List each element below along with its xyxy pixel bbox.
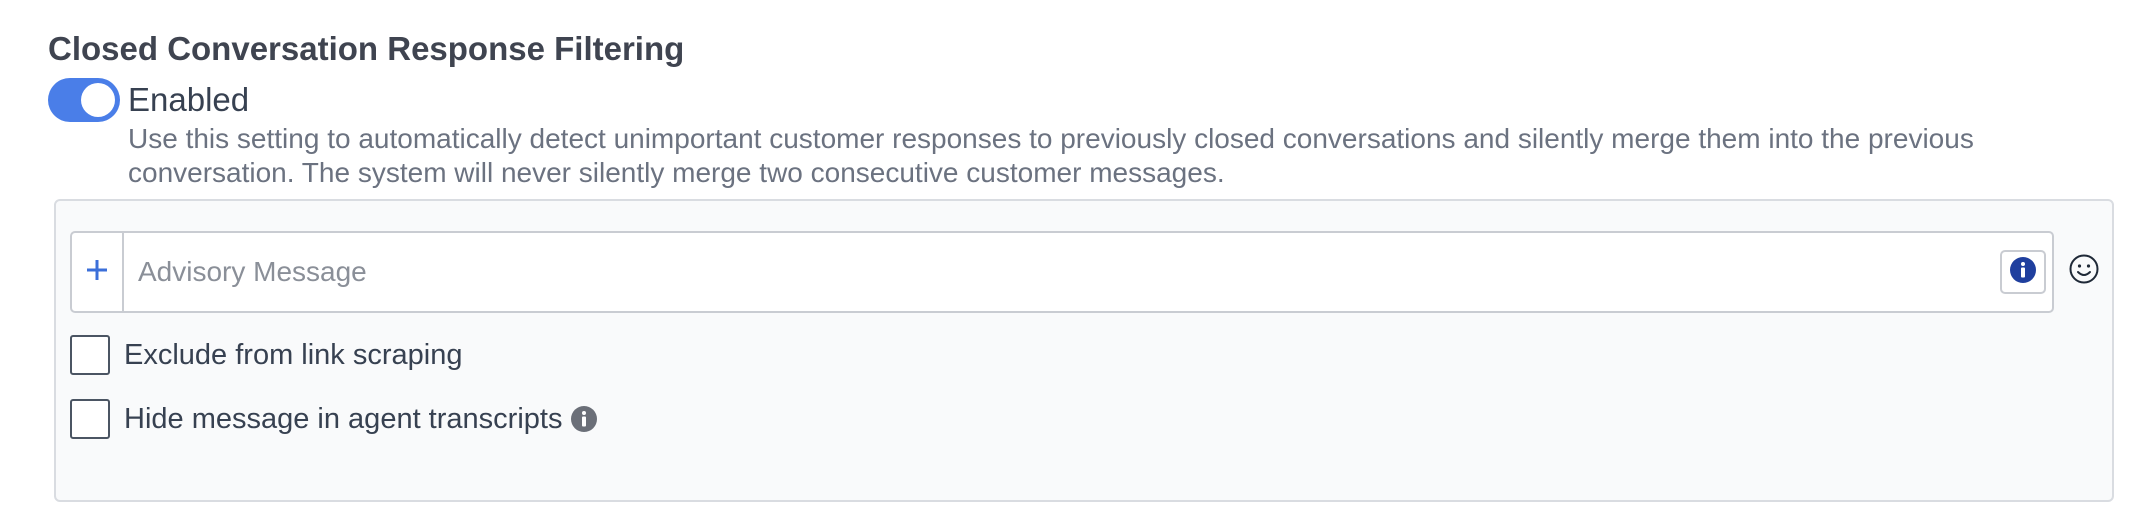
advisory-message-panel: Exclude from link scraping Hide message … bbox=[54, 199, 2114, 502]
hide-in-transcripts-option: Hide message in agent transcripts bbox=[70, 399, 598, 439]
emoji-button[interactable] bbox=[2066, 253, 2102, 289]
info-icon[interactable] bbox=[570, 405, 598, 433]
enabled-toggle[interactable] bbox=[48, 78, 120, 122]
setting-description: Use this setting to automatically detect… bbox=[128, 123, 1974, 188]
exclude-link-scraping-checkbox[interactable] bbox=[70, 335, 110, 375]
info-button[interactable] bbox=[2000, 250, 2046, 294]
exclude-link-scraping-label: Exclude from link scraping bbox=[124, 339, 463, 371]
toggle-knob bbox=[81, 83, 115, 117]
toggle-label: Enabled bbox=[128, 81, 250, 118]
advisory-message-input[interactable] bbox=[124, 233, 2000, 311]
exclude-link-scraping-option: Exclude from link scraping bbox=[70, 335, 462, 375]
smiley-icon bbox=[2068, 253, 2100, 290]
advisory-message-field bbox=[70, 231, 2054, 313]
closed-conversation-filtering-section: Closed Conversation Response Filtering E… bbox=[48, 28, 2128, 502]
plus-icon bbox=[84, 257, 110, 288]
section-title: Closed Conversation Response Filtering bbox=[48, 30, 685, 67]
enabled-toggle-row: Enabled bbox=[48, 78, 249, 122]
hide-in-transcripts-label: Hide message in agent transcripts bbox=[124, 403, 563, 435]
add-button[interactable] bbox=[72, 233, 124, 311]
hide-in-transcripts-checkbox[interactable] bbox=[70, 399, 110, 439]
info-icon bbox=[2009, 256, 2037, 289]
